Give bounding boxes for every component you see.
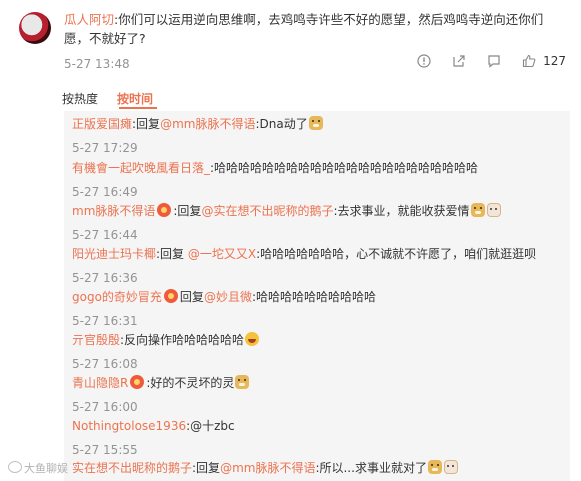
reply-author[interactable]: gogo的奇妙冒充 <box>72 290 162 304</box>
reply-item: 阳光迪士玛卡椰:回复 @一坨又又X:哈哈哈哈哈哈哈，心不诚就不许愿了，咱们就逛逛… <box>72 246 568 285</box>
reply-mention[interactable]: @一坨又又X <box>188 247 256 261</box>
doge-emoji <box>470 203 485 217</box>
reply-time: 5-27 16:44 <box>72 228 138 242</box>
sort-by-time[interactable]: 按时间 <box>117 90 153 107</box>
reply-time: 5-27 16:49 <box>72 185 138 199</box>
watermark-icon <box>8 461 22 473</box>
like-icon[interactable] <box>522 54 536 68</box>
reply-time: 5-27 17:29 <box>72 141 138 155</box>
watermark: 大鱼聊娱 <box>8 460 68 476</box>
comment-avatar[interactable] <box>19 12 51 44</box>
comment-time: 5-27 13:48 <box>64 57 130 71</box>
reply-item: 亓官殷殷:反向操作哈哈哈哈哈哈 5-27 16:08 <box>72 332 568 371</box>
comment-body: 瓜人阿切:你们可以运用逆向思维啊，去鸡鸣寺许些不好的愿望，然后鸡鸣寺逆向还你们愿… <box>64 10 568 48</box>
comment-actions: 127 <box>396 54 566 68</box>
comment-icon[interactable] <box>487 54 501 68</box>
doge-emoji <box>427 460 442 474</box>
reply-time: 5-27 16:08 <box>72 357 138 371</box>
reply-author[interactable]: 有機會一起吹晚風看日落_ <box>72 161 210 175</box>
reply-time: 5-27 15:55 <box>72 443 138 457</box>
user-badge-icon <box>130 375 145 389</box>
doge-emoji <box>235 375 250 389</box>
reply-mention[interactable]: @mm脉脉不得语 <box>160 117 255 131</box>
reply-author[interactable]: 正版爱国瘫 <box>72 117 132 131</box>
sort-by-hot[interactable]: 按热度 <box>62 90 98 107</box>
sort-active-indicator <box>119 107 157 109</box>
cat-emoji <box>486 203 501 217</box>
reply-item: Nothingtolose1936:@十zbc 5-27 15:55 <box>72 418 568 457</box>
user-badge-icon <box>157 203 172 217</box>
reply-mention[interactable]: @实在想不出昵称的鹅子 <box>201 204 333 218</box>
comment-author[interactable]: 瓜人阿切 <box>64 12 114 27</box>
reply-author[interactable]: Nothingtolose1936 <box>72 419 186 433</box>
reply-author[interactable]: 阳光迪士玛卡椰 <box>72 247 156 261</box>
laugh-emoji <box>245 332 260 346</box>
reply-item: gogo的奇妙冒充 回复@妙且微:哈哈哈哈哈哈哈哈哈哈 5-27 16:31 <box>72 289 568 328</box>
reply-time: 5-27 16:36 <box>72 271 138 285</box>
reply-mention[interactable]: @mm脉脉不得语 <box>220 461 315 475</box>
reply-time: 5-27 16:31 <box>72 314 138 328</box>
reply-mention[interactable]: @妙且微 <box>204 290 252 304</box>
reply-item: mm脉脉不得语:回复@实在想不出昵称的鹅子:去求事业，就能收获爱情 5-27 1… <box>72 203 568 242</box>
reply-author[interactable]: 青山隐隐R <box>72 376 128 390</box>
reply-author[interactable]: 亓官殷殷 <box>72 333 120 347</box>
doge-emoji <box>308 116 323 130</box>
reply-author[interactable]: 实在想不出昵称的鹅子 <box>72 461 192 475</box>
reply-author[interactable]: mm脉脉不得语 <box>72 204 155 218</box>
reply-item: 青山隐隐R:好的不灵坏的灵 5-27 16:00 <box>72 375 568 414</box>
reply-item: 实在想不出昵称的鹅子:回复@mm脉脉不得语:所以...求事业就对了 <box>72 460 568 476</box>
reply-list: 正版爱国瘫:回复@mm脉脉不得语:Dna动了 5-27 17:29 有機會一起吹… <box>64 111 570 481</box>
user-badge-icon <box>163 289 178 303</box>
cat-emoji <box>443 460 458 474</box>
comment-text: :你们可以运用逆向思维啊，去鸡鸣寺许些不好的愿望，然后鸡鸣寺逆向还你们愿，不就好… <box>64 12 544 46</box>
reply-time: 5-27 16:00 <box>72 400 138 414</box>
share-icon[interactable] <box>452 54 466 68</box>
sort-bar: 按热度 按时间 <box>0 86 581 109</box>
reply-item: 有機會一起吹晚風看日落_:哈哈哈哈哈哈哈哈哈哈哈哈哈哈哈哈哈哈哈哈哈哈 5-27… <box>72 160 568 199</box>
like-count: 127 <box>543 54 566 68</box>
warning-icon[interactable] <box>417 54 431 68</box>
reply-item: 正版爱国瘫:回复@mm脉脉不得语:Dna动了 5-27 17:29 <box>72 116 568 155</box>
